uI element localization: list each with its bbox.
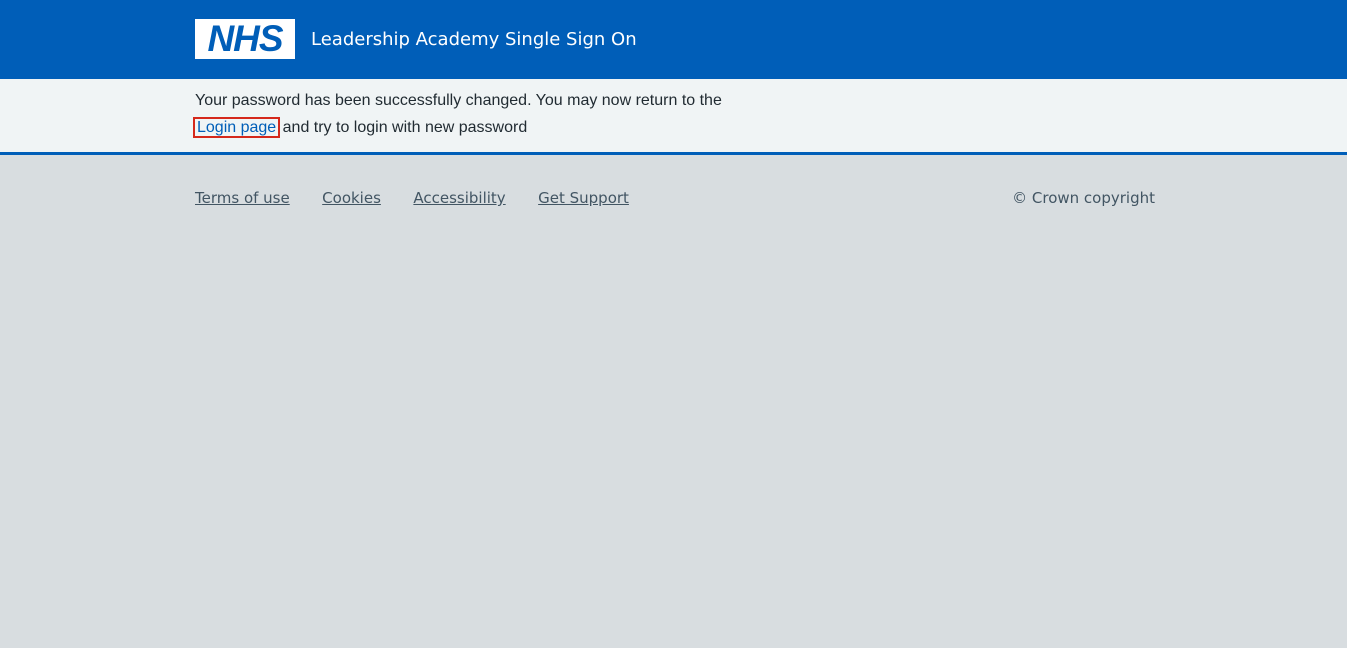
nhs-logo[interactable]: NHS: [195, 19, 295, 59]
nhs-logo-text: NHS: [207, 18, 283, 59]
terms-of-use-link[interactable]: Terms of use: [195, 189, 290, 207]
page-header: NHS Leadership Academy Single Sign On: [0, 0, 1347, 79]
footer-item-cookies: Cookies: [322, 186, 381, 210]
success-message-band: Your password has been successfully chan…: [0, 79, 1347, 155]
page-footer: Terms of use Cookies Accessibility Get S…: [195, 186, 1155, 212]
message-text-before-link: Your password has been successfully chan…: [195, 92, 722, 109]
footer-item-support: Get Support: [538, 186, 629, 210]
password-changed-message: Your password has been successfully chan…: [192, 87, 735, 141]
message-text-after-link: and try to login with new password: [282, 119, 528, 136]
service-name[interactable]: Leadership Academy Single Sign On: [311, 26, 637, 54]
crown-copyright: © Crown copyright: [1012, 189, 1155, 207]
footer-item-terms: Terms of use: [195, 186, 290, 210]
login-page-link[interactable]: Login page: [192, 117, 281, 138]
footer-links: Terms of use Cookies Accessibility Get S…: [195, 186, 657, 210]
footer-item-accessibility: Accessibility: [413, 186, 505, 210]
accessibility-link[interactable]: Accessibility: [413, 189, 505, 207]
cookies-link[interactable]: Cookies: [322, 189, 381, 207]
get-support-link[interactable]: Get Support: [538, 189, 629, 207]
